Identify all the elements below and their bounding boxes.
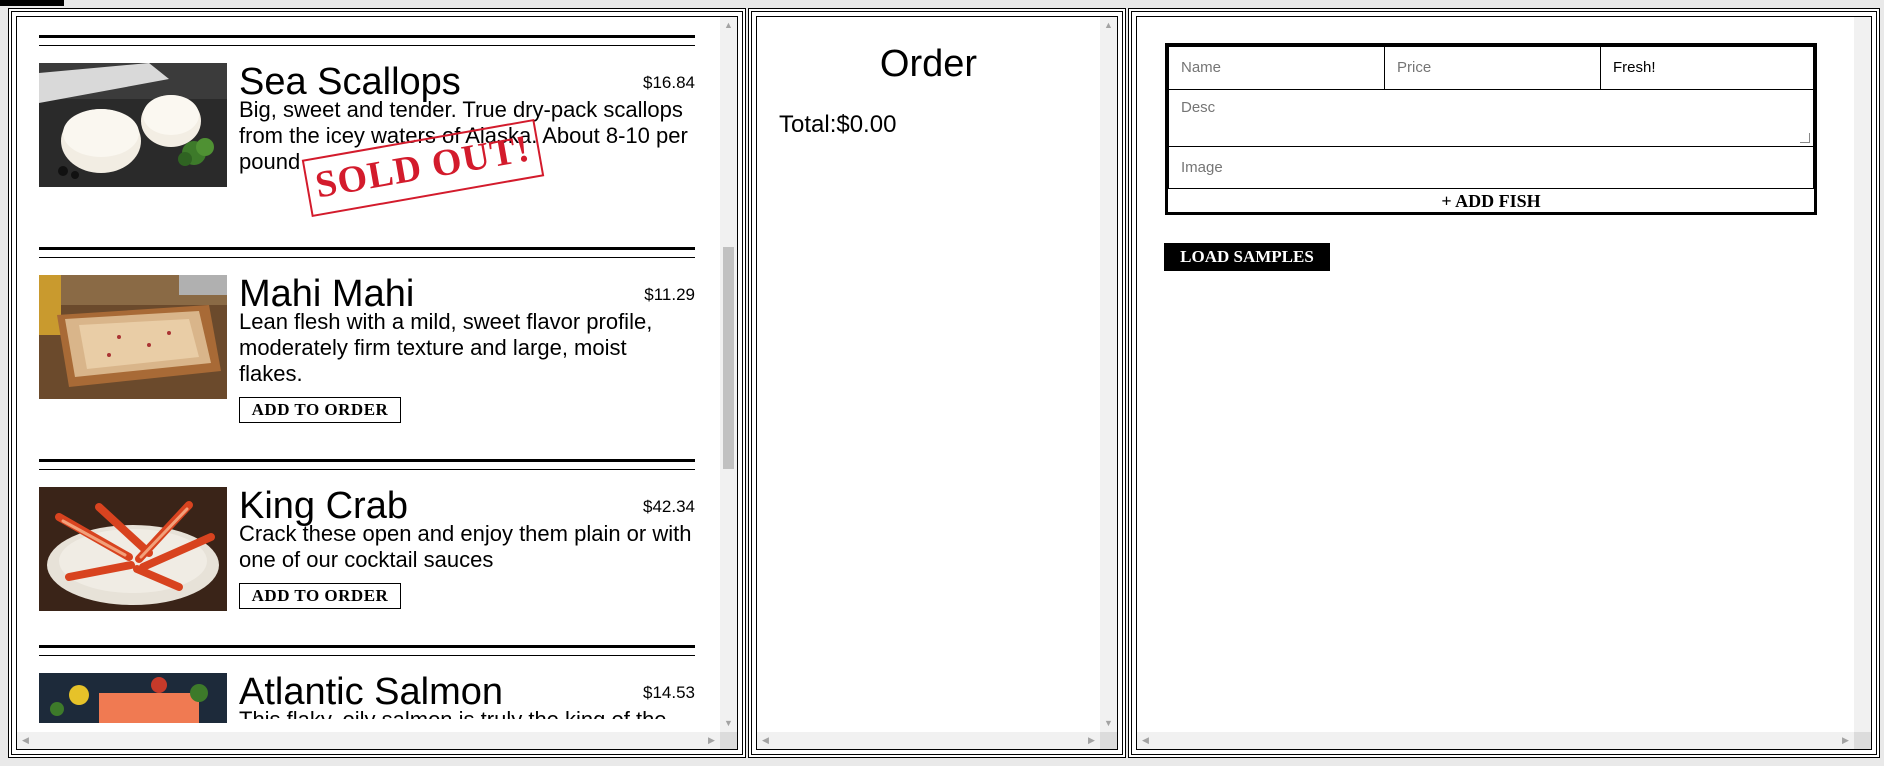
scroll-up-icon[interactable]: ▲ (1100, 17, 1117, 34)
order-scroll-area[interactable]: Order Total:$0.00 ▲ ▼ ◀ ▶ (756, 16, 1118, 750)
resize-handle-icon[interactable] (1800, 133, 1810, 143)
desc-placeholder: Desc (1181, 99, 1216, 116)
order-total: Total:$0.00 (779, 111, 897, 138)
add-fish-form: Name Price Fresh! Desc Image + ADD FISH (1165, 43, 1817, 215)
vertical-scrollbar[interactable] (1854, 17, 1871, 732)
fish-price: $42.34 (643, 497, 695, 516)
image-input[interactable]: Image (1168, 146, 1814, 189)
top-tab-strip (0, 0, 64, 6)
crab-photo (39, 487, 227, 611)
menu-scroll-area[interactable]: Sea Scallops $16.84 Big, sweet and tende… (16, 16, 738, 750)
item-divider (39, 247, 695, 258)
item-divider (39, 35, 695, 46)
add-to-order-button[interactable]: ADD TO ORDER (239, 397, 401, 423)
scallops-photo (39, 63, 227, 187)
fish-description: This flaky, oily salmon is truly the kin… (239, 707, 695, 719)
fish-description: Lean flesh with a mild, sweet flavor pro… (239, 309, 653, 386)
scroll-down-icon[interactable]: ▼ (1100, 715, 1117, 732)
fish-price: $11.29 (644, 285, 695, 304)
scroll-left-icon[interactable]: ◀ (1137, 732, 1154, 749)
scrollbar-corner (720, 732, 737, 749)
desc-textarea[interactable]: Desc (1168, 89, 1814, 147)
fish-description: Crack these open and enjoy them plain or… (239, 521, 692, 572)
scrollbar-thumb[interactable] (723, 247, 734, 469)
fish-price: $14.53 (643, 683, 695, 702)
vertical-scrollbar[interactable]: ▲ ▼ (1100, 17, 1117, 732)
item-divider (39, 459, 695, 470)
vertical-scrollbar[interactable]: ▲ ▼ (720, 17, 737, 732)
add-fish-button[interactable]: + ADD FISH (1168, 188, 1814, 212)
order-panel: Order Total:$0.00 ▲ ▼ ◀ ▶ (748, 8, 1126, 758)
horizontal-scrollbar[interactable]: ◀ ▶ (1137, 732, 1854, 749)
inventory-panel: Name Price Fresh! Desc Image + ADD FISH … (1128, 8, 1880, 758)
order-title: Order (879, 43, 978, 85)
fish-price: $16.84 (643, 73, 695, 92)
scroll-down-icon[interactable]: ▼ (720, 715, 737, 732)
horizontal-scrollbar[interactable]: ◀ ▶ (757, 732, 1100, 749)
status-select[interactable]: Fresh! (1600, 46, 1814, 90)
scroll-right-icon[interactable]: ▶ (1837, 732, 1854, 749)
inventory-scroll-area[interactable]: Name Price Fresh! Desc Image + ADD FISH … (1136, 16, 1872, 750)
load-samples-button[interactable]: LOAD SAMPLES (1164, 243, 1330, 271)
price-input[interactable]: Price (1384, 46, 1601, 90)
scrollbar-corner (1100, 732, 1117, 749)
scroll-left-icon[interactable]: ◀ (757, 732, 774, 749)
salmon-photo (39, 673, 227, 723)
horizontal-scrollbar[interactable]: ◀ ▶ (17, 732, 720, 749)
scrollbar-corner (1854, 732, 1871, 749)
name-input[interactable]: Name (1168, 46, 1385, 90)
scroll-up-icon[interactable]: ▲ (720, 17, 737, 34)
mahi-photo (39, 275, 227, 399)
scroll-left-icon[interactable]: ◀ (17, 732, 34, 749)
scroll-right-icon[interactable]: ▶ (703, 732, 720, 749)
add-to-order-button[interactable]: ADD TO ORDER (239, 583, 401, 609)
item-divider (39, 645, 695, 656)
scroll-right-icon[interactable]: ▶ (1083, 732, 1100, 749)
menu-panel: Sea Scallops $16.84 Big, sweet and tende… (8, 8, 746, 758)
